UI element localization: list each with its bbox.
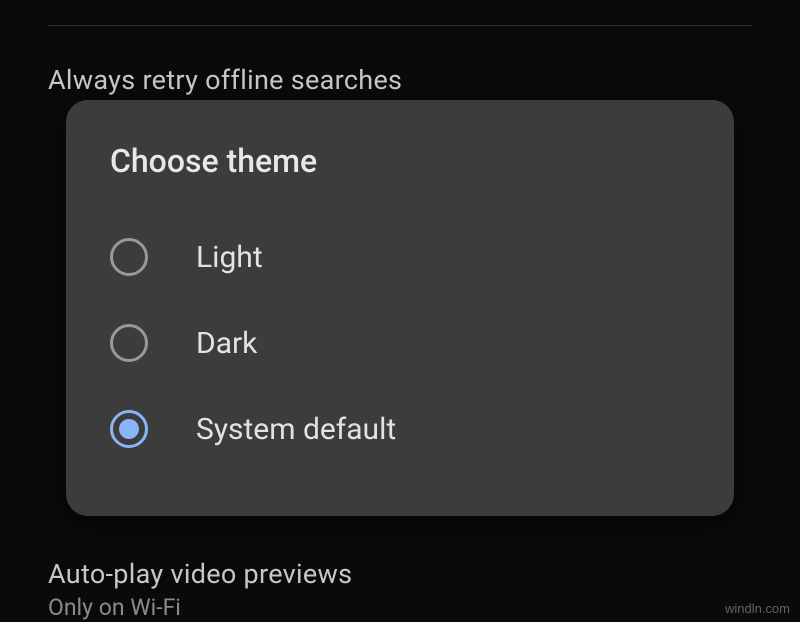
watermark: windln.com bbox=[725, 601, 790, 616]
radio-option-light[interactable]: Light bbox=[66, 214, 734, 300]
radio-icon bbox=[110, 324, 148, 362]
radio-option-dark[interactable]: Dark bbox=[66, 300, 734, 386]
dialog-title: Choose theme bbox=[66, 142, 734, 180]
radio-label: System default bbox=[196, 412, 396, 447]
radio-label: Dark bbox=[196, 326, 257, 361]
radio-icon bbox=[110, 238, 148, 276]
radio-option-system-default[interactable]: System default bbox=[66, 386, 734, 472]
dialog-overlay: Choose theme Light Dark System default bbox=[0, 0, 800, 622]
radio-label: Light bbox=[196, 240, 263, 275]
choose-theme-dialog: Choose theme Light Dark System default bbox=[66, 100, 734, 516]
radio-icon-selected bbox=[110, 410, 148, 448]
